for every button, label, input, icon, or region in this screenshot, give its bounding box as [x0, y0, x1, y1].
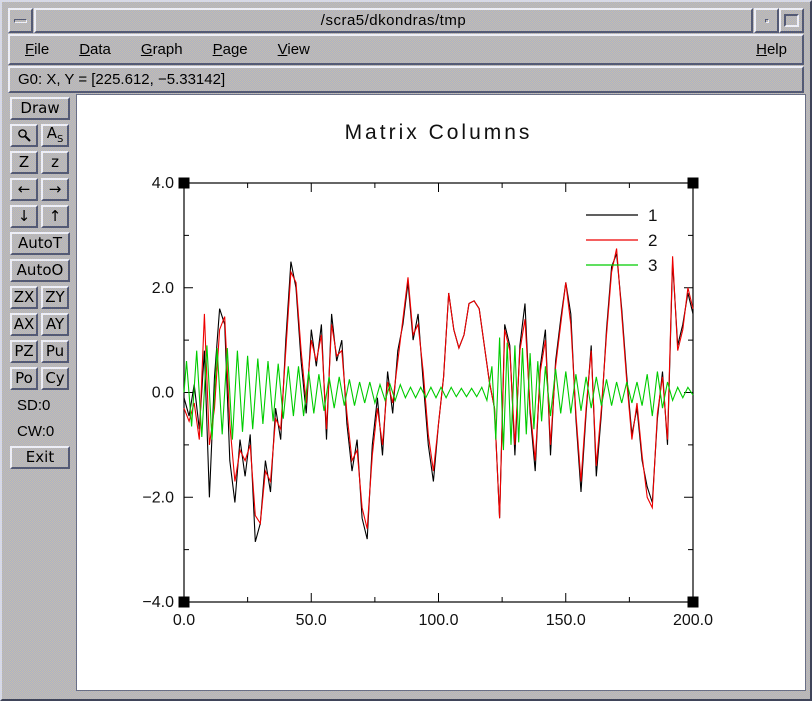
- magnifier-icon: [17, 128, 32, 143]
- plot-canvas[interactable]: Matrix Columns 0.0 50.0 100.0 150.0 200.0 −4.0…: [76, 94, 806, 691]
- zoom-button[interactable]: [10, 124, 38, 147]
- ax-button[interactable]: AX: [10, 313, 38, 336]
- pan-down-button[interactable]: ↓: [10, 205, 38, 228]
- x-tick-label: 0.0: [173, 612, 195, 629]
- y-tick-label: −4.0: [142, 594, 174, 611]
- status-bar: G0: X, Y = [225.612, −5.33142]: [8, 66, 804, 93]
- autoscale-text-button[interactable]: AS: [41, 124, 69, 147]
- corner-handle[interactable]: [179, 597, 190, 608]
- menu-graph[interactable]: Graph: [138, 39, 186, 60]
- iconify-button[interactable]: [754, 8, 779, 33]
- menu-view[interactable]: View: [275, 39, 313, 60]
- x-tick-label: 100.0: [418, 612, 458, 629]
- stack-depth-label: SD:0: [10, 394, 74, 417]
- series-3-line: [184, 338, 693, 451]
- ay-button[interactable]: AY: [41, 313, 69, 336]
- x-tick-label: 200.0: [673, 612, 713, 629]
- menu-page[interactable]: Page: [210, 39, 251, 60]
- app-window: /scra5/dkondras/tmp File Data Graph Page…: [0, 0, 812, 701]
- autoo-button[interactable]: AutoO: [10, 259, 70, 282]
- menu-data[interactable]: Data: [76, 39, 114, 60]
- tool-palette: Draw AS Z z ← →: [8, 94, 76, 691]
- x-tick-label: 50.0: [296, 612, 327, 629]
- pz-button[interactable]: PZ: [10, 340, 38, 363]
- exit-button[interactable]: Exit: [10, 446, 70, 469]
- pan-left-button[interactable]: ←: [10, 178, 38, 201]
- po-button[interactable]: Po: [10, 367, 38, 390]
- legend-label-3: 3: [648, 256, 657, 275]
- main-area: Draw AS Z z ← →: [8, 94, 804, 691]
- maximize-button[interactable]: [779, 8, 804, 33]
- window-menu-dash-icon: [14, 19, 27, 23]
- menu-bar: File Data Graph Page View Help: [8, 34, 804, 65]
- zoom-in-button[interactable]: z: [41, 151, 69, 174]
- legend-label-2: 2: [648, 231, 657, 250]
- chart-title: Matrix Columns: [345, 121, 533, 144]
- pan-up-button[interactable]: ↑: [41, 205, 69, 228]
- y-tick-label: 4.0: [152, 175, 174, 192]
- pu-button[interactable]: Pu: [41, 340, 69, 363]
- legend-label-1: 1: [648, 206, 657, 225]
- y-tick-label: −2.0: [142, 489, 174, 506]
- corner-handle[interactable]: [688, 597, 699, 608]
- maximize-square-icon: [784, 14, 799, 27]
- iconify-dot-icon: [765, 19, 769, 23]
- y-tick-label: 2.0: [152, 280, 174, 297]
- zx-button[interactable]: ZX: [10, 286, 38, 309]
- draw-button[interactable]: Draw: [10, 97, 70, 120]
- window-title: /scra5/dkondras/tmp: [34, 8, 753, 33]
- title-bar: /scra5/dkondras/tmp: [8, 8, 804, 33]
- corner-handle[interactable]: [179, 178, 190, 189]
- cy-button[interactable]: Cy: [41, 367, 69, 390]
- y-tick-label: 0.0: [152, 385, 174, 402]
- chart[interactable]: Matrix Columns 0.0 50.0 100.0 150.0 200.0 −4.0…: [77, 95, 805, 688]
- zy-button[interactable]: ZY: [41, 286, 69, 309]
- autot-button[interactable]: AutoT: [10, 232, 70, 255]
- window-menu-button[interactable]: [8, 8, 33, 33]
- pan-right-button[interactable]: →: [41, 178, 69, 201]
- autoscale-text-label: AS: [47, 126, 64, 145]
- zoom-out-button[interactable]: Z: [10, 151, 38, 174]
- x-tick-label: 150.0: [546, 612, 586, 629]
- corner-handle[interactable]: [688, 178, 699, 189]
- cycle-world-label: CW:0: [10, 420, 74, 443]
- menu-help[interactable]: Help: [753, 39, 790, 60]
- locator-readout: G0: X, Y = [225.612, −5.33142]: [18, 71, 225, 88]
- menu-file[interactable]: File: [22, 39, 52, 60]
